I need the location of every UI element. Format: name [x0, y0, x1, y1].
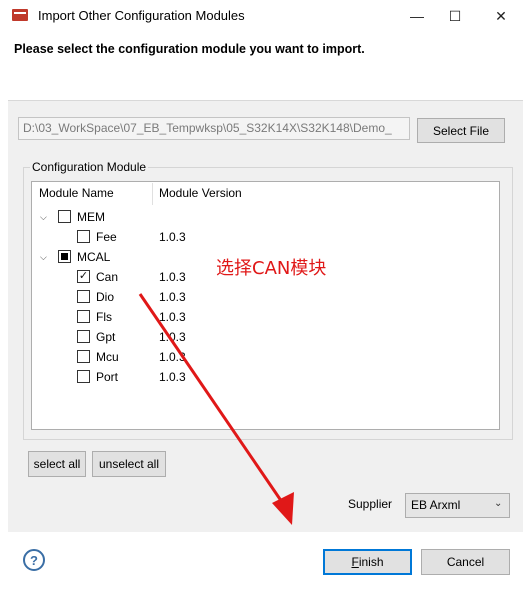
checkbox-fee[interactable]: [77, 230, 90, 243]
chevron-down-icon[interactable]: ⌄: [494, 498, 502, 509]
tree-item-can[interactable]: Can: [96, 270, 118, 284]
tree-item-mem[interactable]: MEM: [77, 210, 105, 224]
window-title: Import Other Configuration Modules: [38, 8, 245, 23]
tree-item-fls[interactable]: Fls: [96, 310, 112, 324]
maximize-button[interactable]: ☐: [432, 0, 478, 32]
select-all-button[interactable]: select all: [28, 451, 86, 477]
instruction-text: Please select the configuration module y…: [14, 42, 365, 56]
checkbox-mcu[interactable]: [77, 350, 90, 363]
column-divider[interactable]: [152, 183, 153, 205]
supplier-label: Supplier: [348, 497, 393, 511]
help-icon[interactable]: ?: [23, 549, 45, 571]
tree-item-port[interactable]: Port: [96, 370, 118, 384]
version-mcu: 1.0.3: [159, 350, 186, 364]
version-can: 1.0.3: [159, 270, 186, 284]
checkbox-can[interactable]: ✓: [77, 270, 90, 283]
select-file-button[interactable]: Select File: [417, 118, 505, 143]
version-dio: 1.0.3: [159, 290, 186, 304]
checkbox-gpt[interactable]: [77, 330, 90, 343]
check-icon: ✓: [78, 270, 89, 282]
tree-item-gpt[interactable]: Gpt: [96, 330, 115, 344]
path-input[interactable]: D:\03_WorkSpace\07_EB_Tempwksp\05_S32K14…: [18, 117, 410, 140]
column-header-module-version[interactable]: Module Version: [159, 186, 242, 200]
tree-item-mcu[interactable]: Mcu: [96, 350, 119, 364]
version-port: 1.0.3: [159, 370, 186, 384]
version-fee: 1.0.3: [159, 230, 186, 244]
chevron-down-icon[interactable]: ⌵: [40, 252, 47, 263]
group-title: Configuration Module: [30, 160, 149, 174]
tree-item-mcal[interactable]: MCAL: [77, 250, 110, 264]
finish-mnemonic: F: [351, 555, 359, 569]
app-icon: [12, 9, 28, 21]
annotation-text: 选择CAN模块: [216, 258, 327, 279]
chevron-down-icon[interactable]: ⌵: [40, 212, 47, 223]
close-button[interactable]: ✕: [478, 0, 524, 32]
cancel-button[interactable]: Cancel: [421, 549, 510, 575]
tree-item-fee[interactable]: Fee: [96, 230, 117, 244]
unselect-all-button[interactable]: unselect all: [92, 451, 166, 477]
checkbox-port[interactable]: [77, 370, 90, 383]
version-fls: 1.0.3: [159, 310, 186, 324]
finish-button[interactable]: Finish: [323, 549, 412, 575]
version-gpt: 1.0.3: [159, 330, 186, 344]
checkbox-fls[interactable]: [77, 310, 90, 323]
tree-item-dio[interactable]: Dio: [96, 290, 114, 304]
checkbox-dio[interactable]: [77, 290, 90, 303]
checkbox-mcal[interactable]: [58, 250, 71, 263]
finish-label: inish: [358, 555, 384, 569]
checkbox-mem[interactable]: [58, 210, 71, 223]
column-header-module-name[interactable]: Module Name: [39, 186, 114, 200]
